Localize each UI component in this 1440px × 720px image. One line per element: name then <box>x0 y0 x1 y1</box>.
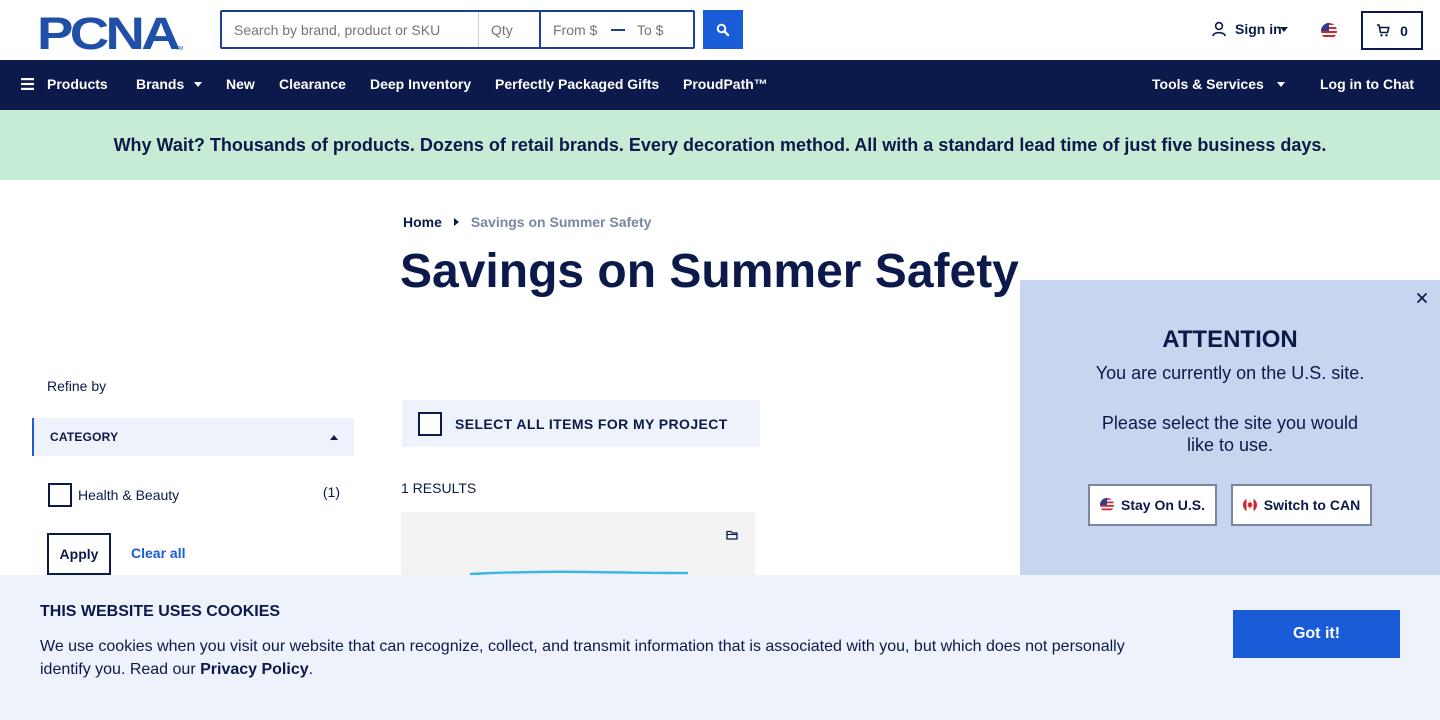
region-selector-popup: ATTENTION You are currently on the U.S. … <box>1020 280 1440 580</box>
cookie-accept-button[interactable]: Got it! <box>1233 610 1400 658</box>
nav-deep-inventory[interactable]: Deep Inventory <box>370 76 471 92</box>
privacy-policy-link[interactable]: Privacy Policy <box>200 661 309 678</box>
switch-to-can-button[interactable]: Switch to CAN <box>1231 484 1372 526</box>
sign-in-label: Sign in <box>1235 21 1282 37</box>
price-from-input[interactable] <box>541 12 611 47</box>
nav-tools-services[interactable]: Tools & Services <box>1152 76 1285 92</box>
nav-proudpath-label: ProudPath™ <box>683 76 768 92</box>
promo-text: Why Wait? Thousands of products. Dozens … <box>113 134 1327 155</box>
search-input[interactable] <box>222 12 479 47</box>
page-title: Savings on Summer Safety <box>400 245 1019 298</box>
logo-tm: TM <box>176 46 183 52</box>
results-count: 1 RESULTS <box>401 480 477 496</box>
price-to-input[interactable] <box>625 12 693 47</box>
nav-brands-label: Brands <box>136 76 185 92</box>
us-flag-icon <box>1099 498 1114 512</box>
cart-button[interactable]: 0 <box>1361 11 1423 50</box>
cart-count: 0 <box>1400 22 1408 39</box>
cookie-banner: THIS WEBSITE USES COOKIES We use cookies… <box>0 575 1440 720</box>
nav-clearance[interactable]: Clearance <box>279 76 346 92</box>
select-all-items[interactable]: SELECT ALL ITEMS FOR MY PROJECT <box>402 400 760 447</box>
switch-to-can-label: Switch to CAN <box>1263 497 1361 513</box>
sign-in-menu[interactable]: Sign in <box>1211 21 1288 37</box>
nav-chat-label: Log in to Chat <box>1320 76 1415 92</box>
cart-icon <box>1377 24 1390 37</box>
folder-icon[interactable] <box>725 528 739 542</box>
logo-text: PCNA <box>37 12 180 52</box>
nav-brands[interactable]: Brands <box>136 76 203 92</box>
attention-title: ATTENTION <box>1162 326 1298 353</box>
nav-tools-label: Tools & Services <box>1152 76 1264 92</box>
cookie-period: . <box>308 661 314 678</box>
select-all-label: SELECT ALL ITEMS FOR MY PROJECT <box>455 415 728 432</box>
nav-packaged-gifts[interactable]: Perfectly Packaged Gifts <box>495 76 659 92</box>
nav-proudpath[interactable]: ProudPath™ <box>683 76 768 92</box>
breadcrumb-current: Savings on Summer Safety <box>470 214 652 230</box>
chevron-down-icon <box>1279 27 1288 32</box>
attention-prompt: Please select the site you would like to… <box>1101 413 1359 455</box>
attention-message: You are currently on the U.S. site. <box>1095 363 1365 383</box>
canada-flag-icon <box>1242 498 1257 512</box>
chevron-up-icon <box>330 434 338 440</box>
cookie-title: THIS WEBSITE USES COOKIES <box>40 603 281 620</box>
nav-packaged-gifts-label: Perfectly Packaged Gifts <box>495 76 660 92</box>
category-heading: CATEGORY <box>50 430 119 444</box>
close-icon[interactable] <box>1415 291 1429 305</box>
breadcrumb-home[interactable]: Home <box>403 214 442 230</box>
chevron-down-icon <box>194 81 203 87</box>
stay-on-us-label: Stay On U.S. <box>1120 497 1206 513</box>
us-flag-icon[interactable] <box>1321 23 1337 39</box>
apply-button[interactable]: Apply <box>47 533 111 575</box>
search-button[interactable] <box>703 10 743 49</box>
breadcrumb-separator-icon <box>453 218 459 226</box>
search-icon <box>716 23 730 36</box>
facet-count: (1) <box>322 484 340 500</box>
nav-clearance-label: Clearance <box>279 76 346 92</box>
nav-new-label: New <box>226 76 255 92</box>
nav-products[interactable]: Products <box>21 76 108 92</box>
nav-chat-login[interactable]: Log in to Chat <box>1320 76 1414 92</box>
refine-label: Refine by <box>47 378 107 394</box>
user-icon <box>1212 21 1226 37</box>
qty-input[interactable] <box>479 12 541 47</box>
nav-new[interactable]: New <box>226 76 255 92</box>
clear-all-link[interactable]: Clear all <box>131 545 185 561</box>
breadcrumb: Home Savings on Summer Safety <box>403 214 651 230</box>
stay-on-us-button[interactable]: Stay On U.S. <box>1088 484 1217 526</box>
pcna-logo[interactable]: PCNA TM <box>37 12 185 52</box>
nav-products-label: Products <box>47 76 108 92</box>
nav-deep-inventory-label: Deep Inventory <box>370 76 472 92</box>
top-header: PCNA TM Sign in <box>0 0 1440 60</box>
promo-banner: Why Wait? Thousands of products. Dozens … <box>0 110 1440 180</box>
price-range-dash <box>611 29 625 31</box>
facet-checkbox[interactable] <box>48 483 72 507</box>
hamburger-icon <box>21 78 34 90</box>
search-bar <box>220 10 695 49</box>
chevron-down-icon <box>1276 81 1285 87</box>
cookie-text: We use cookies when you visit our websit… <box>40 635 1150 681</box>
category-filter-toggle[interactable]: CATEGORY <box>32 418 354 456</box>
main-nav: Products Brands New Clearance Deep Inven… <box>0 60 1440 110</box>
facet-health-beauty: Health & Beauty (1) <box>48 482 340 508</box>
facet-label: Health & Beauty <box>78 487 180 503</box>
select-all-checkbox[interactable] <box>418 411 442 436</box>
